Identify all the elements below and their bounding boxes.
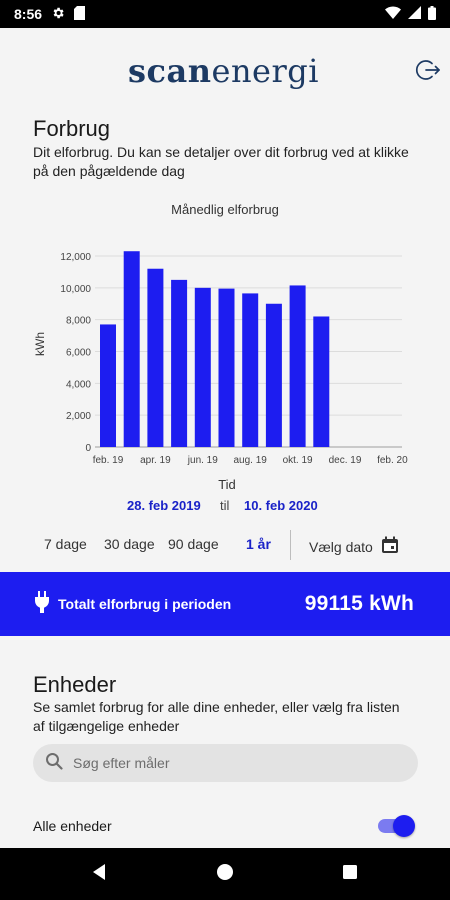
home-button[interactable] — [213, 862, 237, 886]
chart-svg[interactable]: Månedlig elforbrug 0 2,000 4,000 6,000 8,000… — [0, 190, 450, 495]
chart-x-tick-label: apr. 19 — [140, 455, 171, 466]
period-selector: 7 dage 30 dage 90 dage 1 år Vælg dato — [0, 530, 450, 560]
chart-y-tick-label: 6,000 — [66, 348, 91, 359]
chart-y-tick-label: 2,000 — [66, 411, 91, 422]
chart-bar[interactable] — [123, 251, 140, 447]
search-input[interactable] — [73, 755, 393, 771]
app-header: scanenergi — [0, 28, 450, 118]
chart-x-axis-label: Tid — [218, 477, 236, 492]
chart-x-tick-label: aug. 19 — [234, 455, 268, 466]
calendar-icon — [381, 536, 399, 557]
chart-bar[interactable] — [289, 285, 306, 447]
chart-x-tick-label: feb. 19 — [93, 455, 124, 466]
total-value: 99115 kWh — [304, 592, 414, 615]
chart-bar[interactable] — [100, 324, 116, 447]
date-to[interactable]: 10. feb 2020 — [244, 498, 318, 513]
chart-bar[interactable] — [147, 268, 164, 447]
back-icon — [91, 863, 107, 886]
monthly-consumption-chart[interactable]: Månedlig elforbrug 0 2,000 4,000 6,000 8,000… — [0, 190, 450, 495]
period-30-days[interactable]: 30 dage — [104, 536, 155, 552]
total-consumption-banner: Totalt elforbrug i perioden 99115 kWh — [0, 572, 450, 636]
all-devices-toggle[interactable] — [378, 814, 415, 838]
chart-y-tick-label: 0 — [85, 443, 91, 454]
meter-search[interactable] — [33, 744, 418, 782]
system-nav-bar — [0, 848, 450, 900]
chart-bar[interactable] — [194, 287, 211, 447]
chart-title: Månedlig elforbrug — [171, 202, 279, 217]
chart-y-tick-label: 10,000 — [60, 284, 91, 295]
devices-description: Se samlet forbrug for alle dine enheder,… — [33, 699, 400, 734]
all-devices-row: Alle enheder — [0, 810, 450, 842]
toggle-knob — [393, 815, 415, 837]
date-separator: til — [220, 498, 230, 513]
chart-bar[interactable] — [265, 303, 282, 447]
recents-icon — [342, 864, 358, 885]
sim-card-icon — [74, 5, 86, 23]
period-90-days[interactable]: 90 dage — [168, 536, 219, 552]
pick-date-label: Vælg dato — [309, 538, 373, 555]
chart-x-tick-label: okt. 19 — [283, 455, 313, 466]
period-divider — [290, 530, 291, 560]
period-7-days[interactable]: 7 dage — [44, 536, 87, 552]
consumption-title: Forbrug — [33, 116, 111, 141]
chart-y-tick-label: 4,000 — [66, 379, 91, 390]
all-devices-label: Alle enheder — [33, 818, 112, 834]
home-icon — [216, 863, 234, 886]
chart-bar[interactable] — [171, 279, 188, 447]
wifi-icon — [385, 6, 401, 22]
chart-bar[interactable] — [242, 293, 259, 447]
period-1-year[interactable]: 1 år — [246, 536, 271, 552]
chart-y-axis-label: kWh — [33, 332, 47, 356]
back-button[interactable] — [87, 862, 111, 886]
plug-icon — [34, 590, 50, 618]
status-time: 8:56 — [14, 6, 43, 22]
status-bar: 8:56 — [0, 0, 450, 28]
chart-bar[interactable] — [218, 288, 235, 447]
consumption-description: Dit elforbrug. Du kan se detaljer over d… — [33, 144, 409, 179]
chart-x-tick-label: feb. 20 — [377, 455, 408, 466]
pick-date-button[interactable]: Vælg dato — [309, 536, 399, 557]
chart-x-tick-label: dec. 19 — [329, 455, 362, 466]
app-logo: scanenergi — [128, 52, 319, 90]
date-range: 28. feb 2019 til 10. feb 2020 — [0, 498, 450, 518]
logout-icon — [415, 57, 441, 88]
chart-y-tick-label: 8,000 — [66, 316, 91, 327]
signal-icon — [408, 6, 421, 22]
battery-icon — [428, 5, 436, 23]
chart-bar[interactable] — [313, 316, 330, 447]
logout-button[interactable] — [414, 58, 442, 86]
chart-y-tick-label: 12,000 — [60, 252, 91, 263]
devices-title: Enheder — [33, 672, 117, 697]
chart-x-tick-label: jun. 19 — [187, 455, 218, 466]
gear-icon — [51, 6, 65, 23]
date-from[interactable]: 28. feb 2019 — [127, 498, 201, 513]
recents-button[interactable] — [338, 862, 362, 886]
search-icon — [45, 752, 63, 775]
total-label: Totalt elforbrug i perioden — [58, 596, 232, 612]
